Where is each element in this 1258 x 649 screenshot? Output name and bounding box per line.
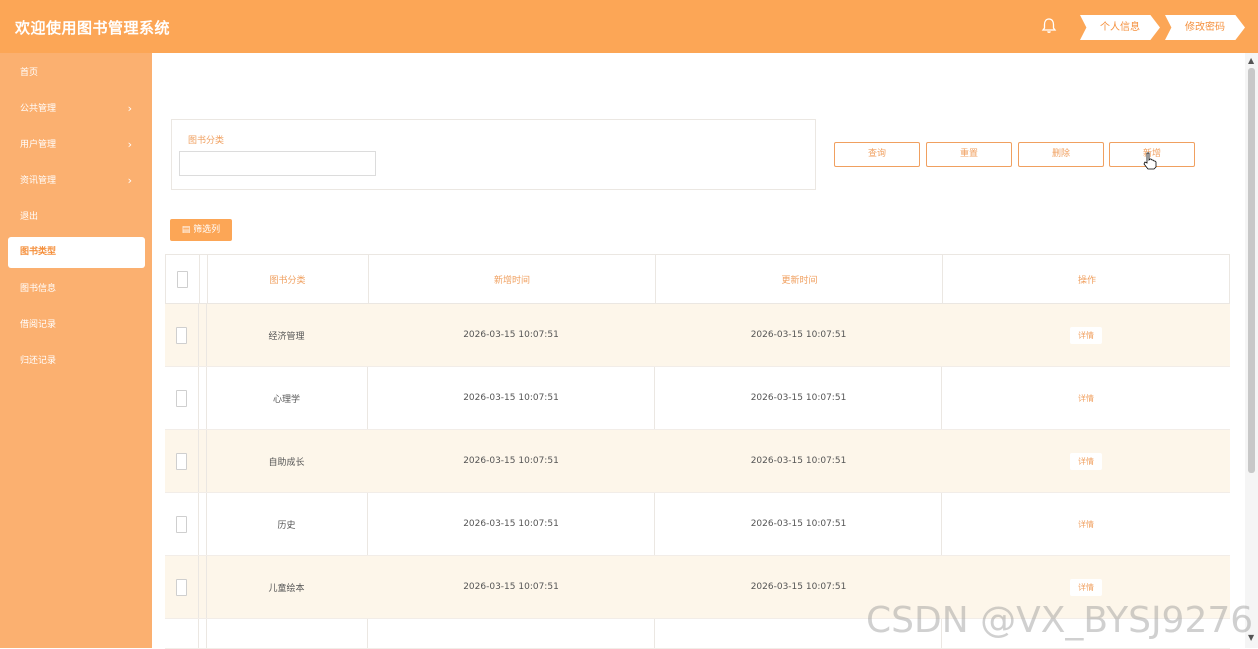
cell-updated: 2026-03-15 10:07:51 xyxy=(750,393,847,403)
column-header-category: 图书分类 xyxy=(269,275,306,286)
scroll-thumb[interactable] xyxy=(1248,68,1255,473)
bell-icon[interactable] xyxy=(1040,17,1058,35)
cell-updated: 2026-03-15 10:07:51 xyxy=(750,456,847,466)
column-header-updated: 更新时间 xyxy=(781,275,818,286)
cell-updated: 2026-03-15 10:07:51 xyxy=(750,519,847,529)
row-checkbox[interactable] xyxy=(176,515,187,533)
detail-button[interactable]: 详情 xyxy=(1070,578,1102,596)
main-content: 图书分类 查询 重置 删除 新增 ▤ 筛选列 图书分类 新增时间 更新时间 操作… xyxy=(152,53,1245,649)
detail-button[interactable]: 详情 xyxy=(1070,326,1102,344)
change-password-button[interactable]: 修改密码 xyxy=(1165,15,1245,40)
sidebar-item-book-type[interactable]: 图书类型 xyxy=(8,237,145,268)
sidebar-item-borrow-records[interactable]: 借阅记录 xyxy=(0,307,152,343)
column-header-actions: 操作 xyxy=(1077,275,1096,286)
profile-button[interactable]: 个人信息 xyxy=(1080,15,1160,40)
chevron-right-icon: › xyxy=(127,102,132,115)
table-header-row: 图书分类 新增时间 更新时间 操作 xyxy=(165,254,1230,304)
cell-category: 经济管理 xyxy=(268,331,305,342)
sidebar-item-book-info[interactable]: 图书信息 xyxy=(0,271,152,307)
table-row: 自助成长 2026-03-15 10:07:51 2026-03-15 10:0… xyxy=(165,430,1230,493)
table-row: 经济管理 2026-03-15 10:07:51 2026-03-15 10:0… xyxy=(165,304,1230,367)
vertical-scrollbar[interactable]: ▲ ▼ xyxy=(1245,53,1258,648)
reset-button[interactable]: 重置 xyxy=(926,142,1012,167)
search-panel: 图书分类 xyxy=(171,119,816,190)
hand-cursor-icon xyxy=(1143,152,1157,170)
cell-created: 2026-03-15 10:07:51 xyxy=(463,456,559,466)
cell-updated: 2026-03-15 10:07:51 xyxy=(750,330,847,340)
cell-created: 2026-03-15 10:07:51 xyxy=(463,330,559,340)
cell-created: 2026-03-15 10:07:51 xyxy=(463,393,559,403)
detail-button[interactable]: 详情 xyxy=(1070,389,1102,407)
detail-button[interactable]: 详情 xyxy=(1070,452,1102,470)
cell-category: 自助成长 xyxy=(268,457,305,468)
search-label: 图书分类 xyxy=(188,136,225,146)
row-checkbox[interactable] xyxy=(176,578,187,596)
detail-button[interactable]: 详情 xyxy=(1070,515,1102,533)
row-checkbox[interactable] xyxy=(176,452,187,470)
top-header: 欢迎使用图书管理系统 个人信息 修改密码 xyxy=(0,0,1258,53)
sidebar-item-home[interactable]: 首页 xyxy=(0,55,152,91)
cell-category: 心理学 xyxy=(272,394,300,405)
table-row: 历史 2026-03-15 10:07:51 2026-03-15 10:07:… xyxy=(165,493,1230,556)
chevron-right-icon: › xyxy=(127,174,132,187)
cell-created: 2026-03-15 10:07:51 xyxy=(463,582,559,592)
cell-category: 儿童绘本 xyxy=(268,583,305,594)
sidebar-item-public[interactable]: 公共管理 › xyxy=(0,91,152,127)
app-title: 欢迎使用图书管理系统 xyxy=(15,19,171,37)
cell-category: 历史 xyxy=(277,520,296,531)
sidebar: 首页 公共管理 › 用户管理 › 资讯管理 › 退出 图书类型 图书信息 借阅记录 归… xyxy=(0,53,152,648)
cell-created: 2026-03-15 10:07:51 xyxy=(463,519,559,529)
book-type-table: 图书分类 新增时间 更新时间 操作 经济管理 2026-03-15 10:07:… xyxy=(165,254,1230,649)
chevron-right-icon: › xyxy=(127,138,132,151)
scroll-up-icon[interactable]: ▲ xyxy=(1248,56,1254,65)
row-checkbox[interactable] xyxy=(176,389,187,407)
sidebar-item-return-records[interactable]: 归还记录 xyxy=(0,343,152,379)
category-search-input[interactable] xyxy=(179,151,376,176)
sidebar-item-users[interactable]: 用户管理 › xyxy=(0,127,152,163)
query-button[interactable]: 查询 xyxy=(834,142,920,167)
delete-button[interactable]: 删除 xyxy=(1018,142,1104,167)
filter-columns-button[interactable]: ▤ 筛选列 xyxy=(170,219,232,241)
row-checkbox[interactable] xyxy=(176,326,187,344)
filter-icon: ▤ xyxy=(181,225,194,235)
watermark-text: CSDN @VX_BYSJ9276 xyxy=(866,600,1254,641)
select-all-checkbox[interactable] xyxy=(177,270,188,288)
table-row: 心理学 2026-03-15 10:07:51 2026-03-15 10:07… xyxy=(165,367,1230,430)
column-header-created: 新增时间 xyxy=(493,275,530,286)
sidebar-item-logout[interactable]: 退出 xyxy=(0,199,152,235)
sidebar-item-news[interactable]: 资讯管理 › xyxy=(0,163,152,199)
